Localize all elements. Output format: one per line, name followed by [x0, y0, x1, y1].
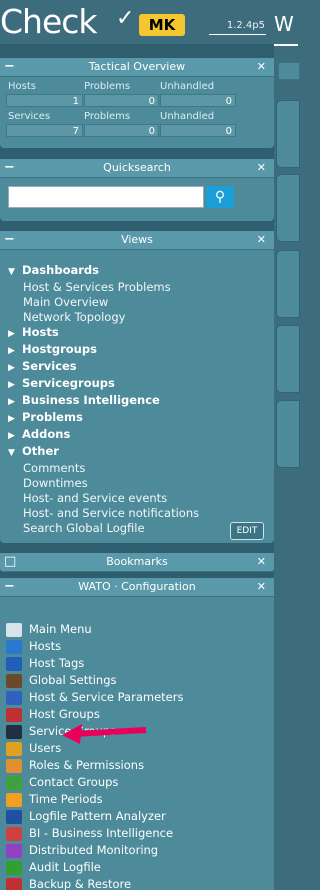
arrow-head [62, 724, 82, 744]
annotation-arrow [62, 724, 147, 744]
arrow-shaft [72, 727, 147, 737]
